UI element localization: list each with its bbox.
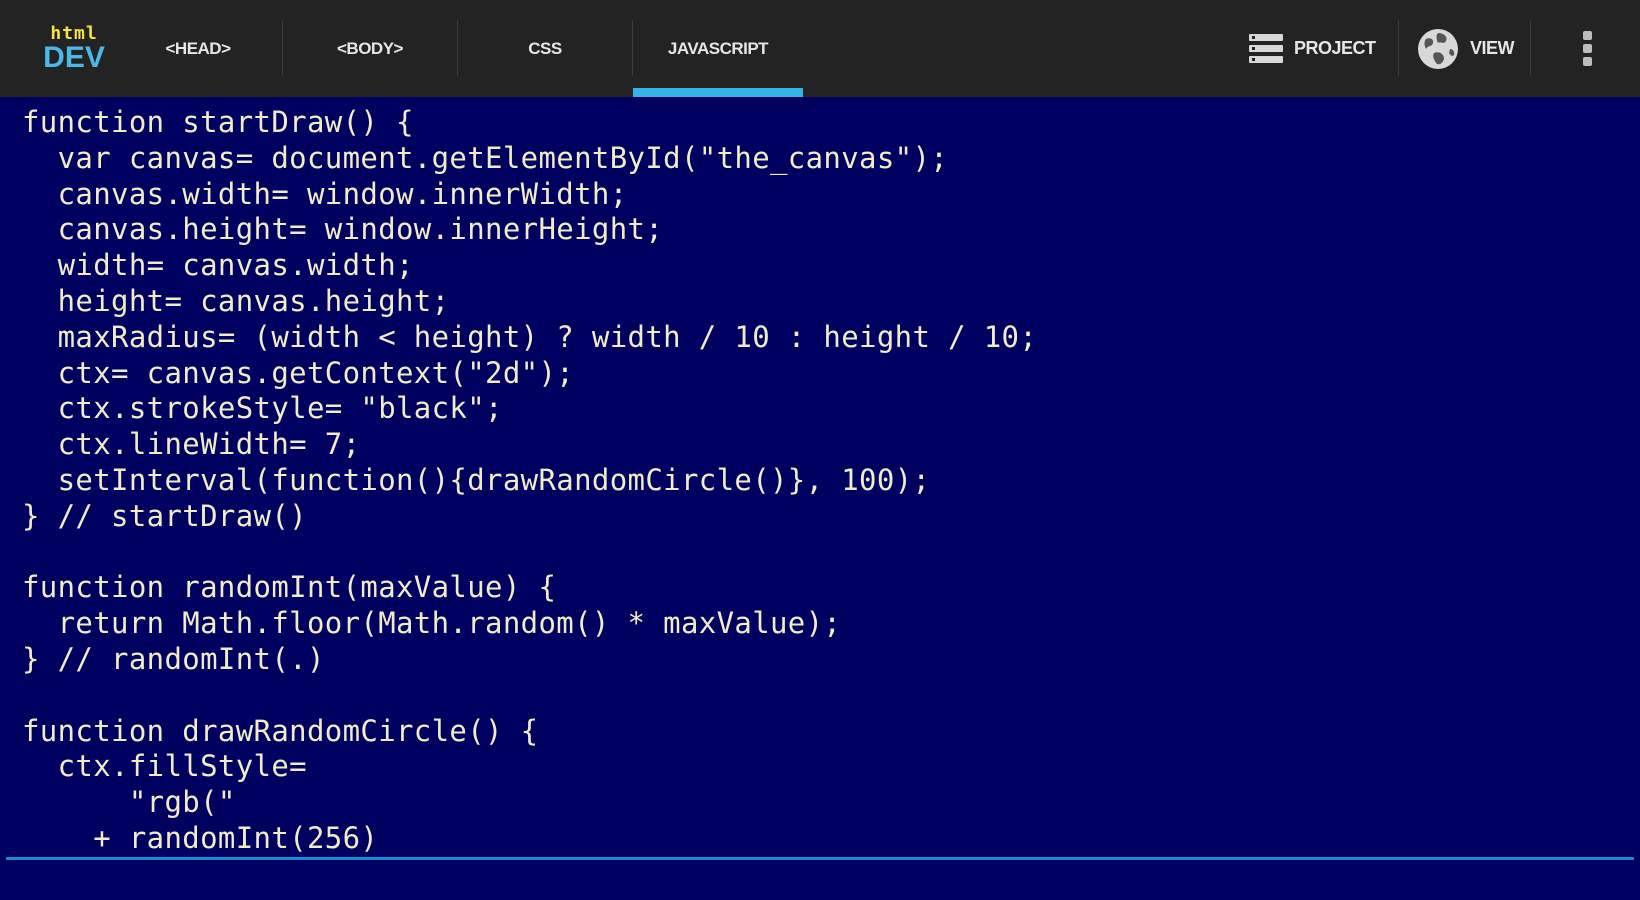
action-divider xyxy=(1398,20,1399,76)
overflow-dot xyxy=(1582,31,1592,40)
logo-html-text: html xyxy=(50,22,98,44)
app-logo[interactable]: html DEV xyxy=(26,17,122,81)
logo-dev-text: DEV xyxy=(43,40,105,74)
tab-javascript[interactable]: JAVASCRIPT xyxy=(633,0,803,97)
action-divider xyxy=(1530,20,1531,76)
view-button[interactable]: VIEW xyxy=(1416,0,1515,97)
tab-body-label: <BODY> xyxy=(337,38,403,58)
tab-divider xyxy=(457,20,458,76)
editor-underline xyxy=(6,857,1634,860)
project-button[interactable]: PROJECT xyxy=(1248,0,1376,97)
list-icon xyxy=(1249,33,1283,63)
tab-css[interactable]: CSS xyxy=(475,0,615,97)
tab-javascript-label: JAVASCRIPT xyxy=(667,38,769,58)
view-label: VIEW xyxy=(1470,38,1515,58)
tab-divider xyxy=(282,20,283,76)
editor-bottom-area xyxy=(0,860,1640,900)
tab-css-label: CSS xyxy=(528,38,562,58)
tab-head[interactable]: <HEAD> xyxy=(128,0,268,97)
code-text[interactable]: function startDraw() { var canvas= docum… xyxy=(0,97,1640,857)
overflow-dot xyxy=(1582,44,1592,53)
active-tab-indicator xyxy=(633,88,803,97)
globe-icon xyxy=(1418,28,1458,69)
overflow-dot xyxy=(1582,57,1592,66)
tab-head-label: <HEAD> xyxy=(165,38,231,58)
project-label: PROJECT xyxy=(1294,38,1376,58)
more-vertical-icon[interactable] xyxy=(1570,0,1604,97)
code-editor[interactable]: function startDraw() { var canvas= docum… xyxy=(0,97,1640,860)
action-bar: html DEV <HEAD> <BODY> CSS JAVASCRIPT PR… xyxy=(0,0,1640,97)
tab-body[interactable]: <BODY> xyxy=(300,0,440,97)
